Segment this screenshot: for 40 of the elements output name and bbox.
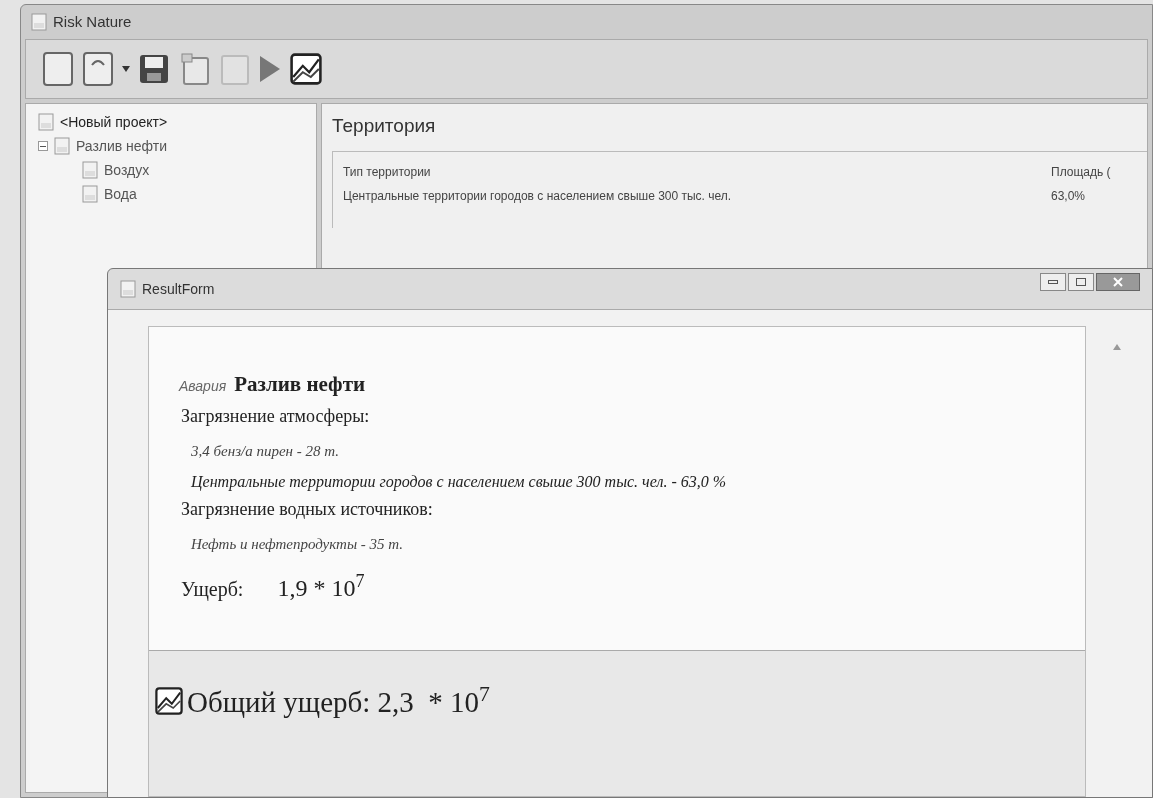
minimize-button[interactable] (1040, 273, 1066, 291)
caret-icon[interactable] (122, 66, 130, 72)
play-icon[interactable] (258, 54, 282, 84)
table-cell-text: 63,0% (1051, 187, 1086, 205)
save-icon[interactable] (138, 53, 170, 85)
chart-icon[interactable] (290, 53, 322, 85)
close-button[interactable] (1096, 273, 1140, 291)
new-file-icon[interactable] (42, 51, 74, 87)
section-heading: Загрязнение атмосферы: (180, 404, 371, 428)
pollutant-line: 3,4 бенз/а пирен - 28 т. (190, 441, 341, 461)
node-icon (38, 113, 54, 131)
damage-value: 1,9 * 10$^{7}$ (277, 569, 365, 603)
app-icon (31, 13, 47, 31)
tree-item[interactable]: Разлив нефти (76, 135, 168, 157)
accident-label: Авария (179, 377, 227, 396)
tree-item[interactable]: <Новый проект> (60, 111, 168, 133)
section-heading: Загрязнение водных источников: (180, 498, 434, 521)
column-header: Тип территории (343, 163, 432, 181)
app-icon (120, 280, 136, 298)
table-cell-text: Центральные территории городов с населением свыше 300 тыс. чел. (343, 187, 733, 205)
open-file-icon[interactable] (82, 51, 114, 87)
close-icon (1113, 277, 1123, 287)
pollutant-line: Нефть и нефтепродукты - 35 т. (190, 535, 405, 554)
node-icon (82, 185, 98, 203)
maximize-button[interactable] (1068, 273, 1094, 291)
window-title: ResultForm (142, 279, 215, 299)
tree-item[interactable]: Вода (104, 183, 137, 205)
column-header: Площадь ( (1051, 163, 1111, 181)
node-icon (54, 137, 70, 155)
accident-name: Разлив нефти (234, 371, 366, 398)
scroll-up-icon[interactable] (1113, 344, 1121, 350)
pollutant-line: Центральные территории городов с населением свыше 300 тыс. чел. - 63,0 % (190, 472, 728, 493)
section-title: Территория (332, 114, 437, 138)
window-title: Risk Nature (53, 11, 132, 32)
chart-icon (155, 687, 183, 715)
tree-item[interactable]: Воздух (104, 159, 150, 181)
collapse-toggle[interactable] (38, 141, 48, 151)
node-icon (82, 161, 98, 179)
total-damage: Общий ущерб: 2,3 * 10$^{7}$ (187, 687, 490, 717)
damage-label: Ущерб: (181, 576, 244, 603)
